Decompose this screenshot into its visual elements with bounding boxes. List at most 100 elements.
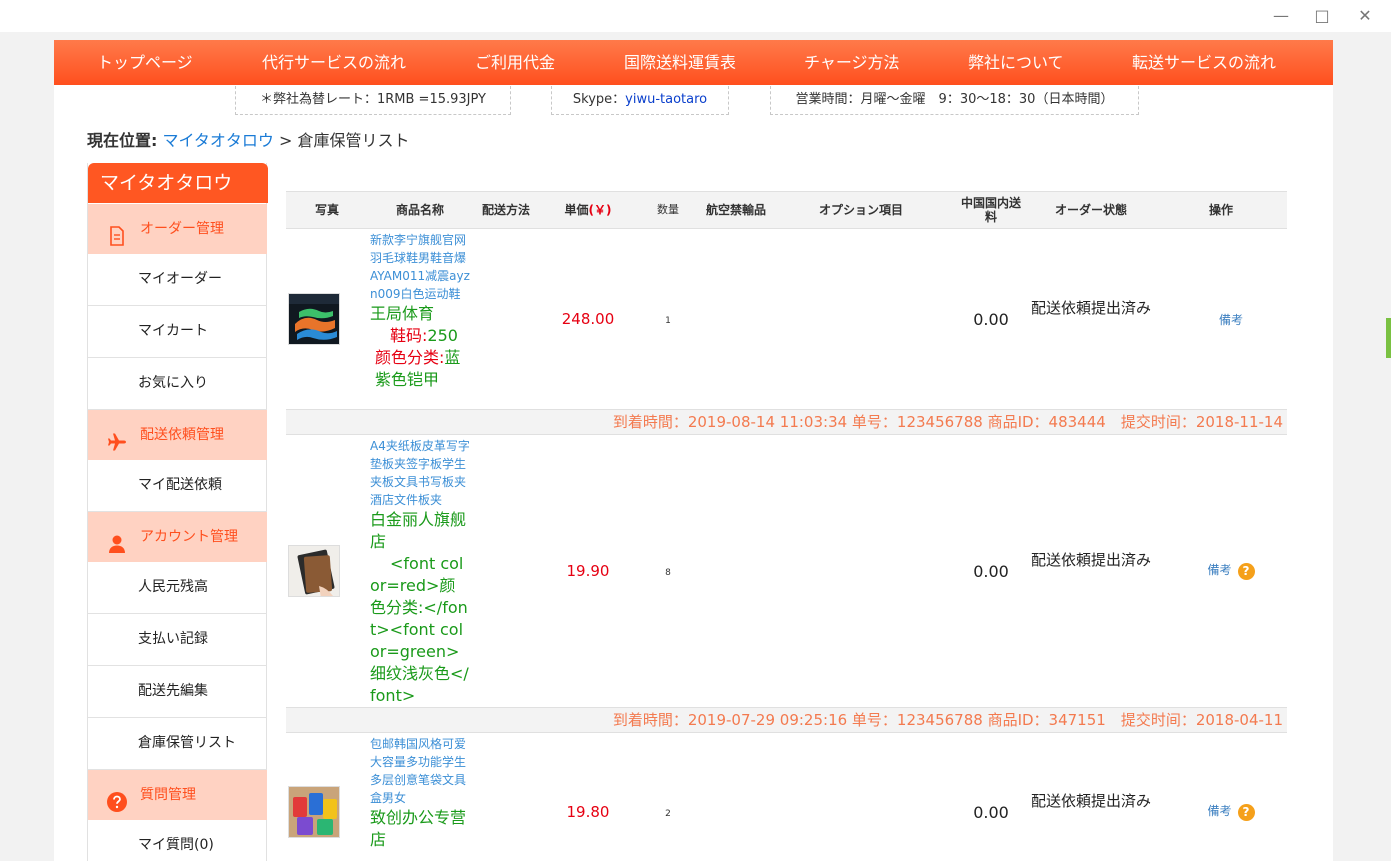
product-photo[interactable] [288,786,340,838]
sidebar-section-order: オーダー管理 [88,204,267,254]
domestic-fee: 0.00 [973,562,1009,581]
warehouse-table: 写真 商品名称 配送方法 単価(￥) 数量 航空禁輸品 オプション項目 中国国内… [286,191,1287,861]
row-meta-bar: 到着時間：2019-07-29 09:25:16 单号：123456788 商品… [286,707,1287,733]
nav-top[interactable]: トップページ [97,40,193,85]
header-domestic-fee-line1: 中国国内送 [960,196,1021,210]
option-color: 颜色分类:蓝紫色铠甲 [370,347,470,391]
minimize-button[interactable]: — [1271,6,1291,25]
header-status: オーダー状態 [1054,203,1127,217]
nav-about[interactable]: 弊社について [968,40,1064,85]
header-domestic-fee-line2: 料 [984,210,997,224]
product-photo[interactable] [288,545,340,597]
skype-id-link[interactable]: yiwu-taotaro [625,92,707,107]
sidebar-item-payment-history[interactable]: 支払い記録 [88,614,267,666]
nav-charge[interactable]: チャージ方法 [804,40,900,85]
remark-link[interactable]: 備考 [1207,804,1231,818]
header-shipping: 配送方法 [481,203,530,217]
sidebar-item-warehouse-list[interactable]: 倉庫保管リスト [88,718,267,770]
header-domestic-fee: 中国国内送料 [956,192,1026,230]
product-name-cell: 包邮韩国风格可爱大容量多功能学生多层创意笔袋文具盒男女 致创办公专营店 [370,735,470,851]
document-icon [106,218,128,246]
sidebar-title: マイタオタロウ [88,163,268,203]
quantity: 1 [665,316,671,326]
sidebar-item-my-delivery[interactable]: マイ配送依頼 [88,460,267,512]
shop-name: 王局体育 [370,304,435,323]
shop-name: 致创办公专营店 [370,808,467,849]
sidebar-section-account: アカウント管理 [88,512,267,562]
sidebar-section-delivery: 配送依頼管理 [88,410,267,460]
product-photo[interactable] [288,293,340,345]
sidebar-section-label: 配送依頼管理 [140,427,224,443]
quantity: 8 [665,568,671,578]
sidebar-section-questions: 質問管理 [88,770,267,820]
sidebar: マイタオタロウ オーダー管理 マイオーダー マイカート お気に入り 配送依頼管理… [87,163,268,861]
sidebar-item-my-cart[interactable]: マイカート [88,306,267,358]
unit-price: 19.90 [566,562,610,580]
header-options: オプション項目 [818,203,903,217]
page: トップページ 代行サービスの流れ ご利用代金 国際送料運賃表 チャージ方法 弊社… [54,40,1333,861]
table-row: A4夹纸板皮革写字垫板夹签字板学生夹板文具书写板夹酒店文件板夹 白金丽人旗舰店 … [286,435,1287,707]
sidebar-section-label: 質問管理 [140,787,196,803]
sidebar-item-my-order[interactable]: マイオーダー [88,254,267,306]
maximize-button[interactable]: □ [1312,6,1332,25]
breadcrumb-separator: > [278,131,293,150]
sidebar-item-rmb-balance[interactable]: 人民元残高 [88,562,267,614]
help-icon[interactable]: ? [1237,563,1255,580]
option-raw-text: <font color=red>颜色分类:</font><font color=… [370,554,469,705]
order-status: 配送依頼提出済み [1031,299,1152,317]
breadcrumb-current: 倉庫保管リスト [297,131,410,150]
sidebar-section-label: オーダー管理 [140,221,224,237]
row-meta-bar: 到着時間：2019-08-14 11:03:34 单号：123456788 商品… [286,409,1287,435]
header-price: 単価(￥) [548,192,628,230]
table-row: 包邮韩国风格可爱大容量多功能学生多层创意笔袋文具盒男女 致创办公专营店 19.8… [286,733,1287,861]
product-name-cell: 新款李宁旗舰官网羽毛球鞋男鞋音爆AYAM011减震ayzn009白色运动鞋 王局… [370,231,470,391]
breadcrumb-label: 現在位置: [87,131,158,150]
breadcrumb-home-link[interactable]: マイタオタロウ [163,131,274,150]
header-action: 操作 [1208,203,1233,217]
exchange-rate-text: ＊弊社為替レート：1RMB =15.93JPY [259,92,486,107]
remark-link[interactable]: 備考 [1186,311,1276,328]
option-value: 250 [427,326,458,345]
nav-fees[interactable]: ご利用代金 [475,40,555,85]
quantity: 2 [665,809,671,819]
exchange-rate-box: ＊弊社為替レート：1RMB =15.93JPY [235,86,511,115]
airplane-icon [106,424,128,451]
header-name: 商品名称 [395,203,444,217]
sidebar-item-address-edit[interactable]: 配送先編集 [88,666,267,718]
help-icon[interactable]: ? [1237,804,1255,821]
remark-link[interactable]: 備考 [1207,563,1231,577]
product-title-link[interactable]: 新款李宁旗舰官网羽毛球鞋男鞋音爆AYAM011减震ayzn009白色运动鞋 [370,231,470,303]
unit-price: 248.00 [561,310,615,328]
order-status: 配送依頼提出済み [1031,551,1152,569]
header-prohibited: 航空禁輸品 [705,203,766,217]
unit-price: 19.80 [566,803,610,821]
breadcrumb: 現在位置: マイタオタロウ > 倉庫保管リスト [87,127,409,151]
close-button[interactable]: ✕ [1355,6,1375,25]
domestic-fee: 0.00 [973,803,1009,822]
remark-cell: 備考? [1186,802,1276,821]
product-title-link[interactable]: 包邮韩国风格可爱大容量多功能学生多层创意笔袋文具盒男女 [370,735,470,807]
header-price-unit: (￥) [588,203,612,217]
main-nav: トップページ 代行サービスの流れ ご利用代金 国際送料運賃表 チャージ方法 弊社… [54,40,1333,85]
table-row: 新款李宁旗舰官网羽毛球鞋男鞋音爆AYAM011减震ayzn009白色运动鞋 王局… [286,229,1287,409]
nav-service-flow[interactable]: 代行サービスの流れ [262,40,406,85]
window-titlebar: — □ ✕ [0,0,1391,32]
skype-box: Skype：yiwu-taotaro [551,86,729,115]
product-title-link[interactable]: A4夹纸板皮革写字垫板夹签字板学生夹板文具书写板夹酒店文件板夹 [370,437,470,509]
shop-name: 白金丽人旗舰店 [370,510,467,551]
order-status: 配送依頼提出済み [1031,792,1152,810]
scroll-marker [1386,318,1391,358]
business-hours-text: 営業時間：月曜～金曜 9：30～18：30（日本時間） [795,92,1114,107]
sidebar-item-favorites[interactable]: お気に入り [88,358,267,410]
header-photo: 写真 [314,203,339,217]
sidebar-item-my-questions[interactable]: マイ質問(0) [88,820,267,861]
nav-forwarding-flow[interactable]: 転送サービスの流れ [1132,40,1276,85]
nav-shipping-rates[interactable]: 国際送料運賃表 [624,40,736,85]
remark-cell: 備考? [1186,561,1276,580]
option-key: 颜色分类: [375,348,445,367]
domestic-fee: 0.00 [973,310,1009,329]
option-key: 鞋码: [390,326,428,345]
business-hours-box: 営業時間：月曜～金曜 9：30～18：30（日本時間） [770,86,1139,115]
skype-label: Skype： [572,92,626,107]
sidebar-section-label: アカウント管理 [140,529,238,545]
